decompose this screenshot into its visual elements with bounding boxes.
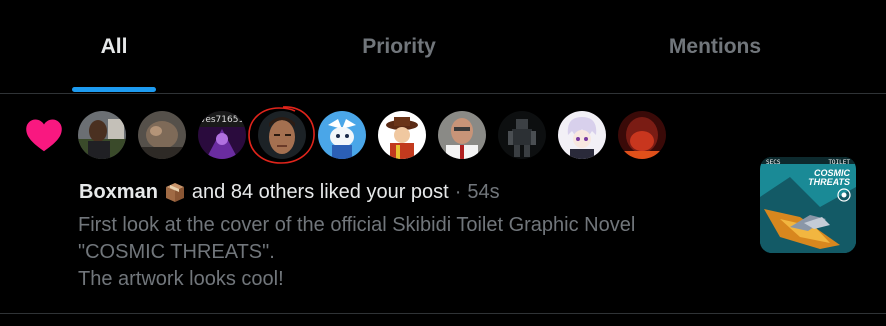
notification-tabs: All Priority Mentions: [0, 0, 886, 94]
username-link[interactable]: Boxman: [79, 181, 158, 204]
tab-priority[interactable]: Priority: [228, 0, 570, 93]
package-icon: [165, 183, 184, 202]
avatar-6[interactable]: [378, 111, 426, 159]
thumbnail-title: COSMIC THREATS: [808, 169, 850, 187]
avatar-3-text: ves716510: [200, 115, 246, 125]
heart-icon: [26, 119, 62, 152]
post-thumbnail[interactable]: SECS TOILET COSMIC THREATS: [760, 157, 856, 253]
liker-avatars: ves716510: [78, 111, 678, 159]
tab-mentions[interactable]: Mentions: [570, 0, 860, 93]
avatar-3[interactable]: ves716510: [198, 111, 246, 159]
separator: ·: [454, 180, 462, 203]
thumbnail-top-left: SECS: [766, 159, 781, 166]
avatar-4-circled[interactable]: [258, 111, 306, 159]
post-line-2: "COSMIC THREATS".: [78, 241, 275, 263]
active-tab-indicator: [72, 87, 156, 92]
post-line-3: The artwork looks cool!: [78, 268, 284, 290]
tab-all[interactable]: All: [0, 0, 228, 93]
thumbnail-title-line-2: THREATS: [808, 177, 850, 187]
post-preview[interactable]: First look at the cover of the official …: [78, 212, 758, 293]
avatar-8[interactable]: [498, 111, 546, 159]
post-line-1: First look at the cover of the official …: [78, 214, 636, 236]
avatar-5[interactable]: [318, 111, 366, 159]
action-text: and 84 others liked your post: [191, 180, 449, 203]
avatar-9[interactable]: [558, 111, 606, 159]
avatar-1[interactable]: [78, 111, 126, 159]
avatar-10[interactable]: [618, 111, 666, 159]
notification-summary: Boxman and 84 others liked your post · 5…: [79, 178, 500, 206]
timestamp: 54s: [467, 180, 500, 203]
divider: [0, 313, 886, 314]
avatar-2[interactable]: [138, 111, 186, 159]
thumbnail-top-right: TOILET: [828, 159, 850, 166]
avatar-7[interactable]: [438, 111, 486, 159]
